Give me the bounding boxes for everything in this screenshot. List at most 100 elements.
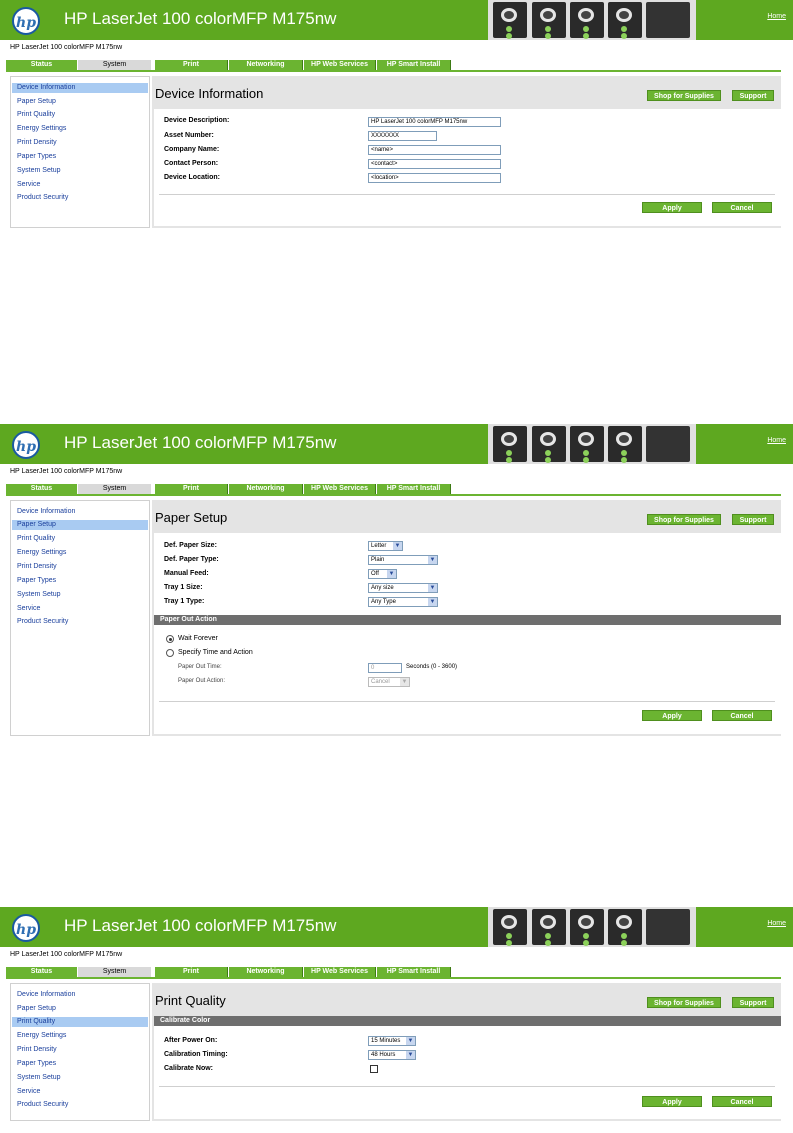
home-link[interactable]: Home: [767, 437, 786, 444]
home-link[interactable]: Home: [767, 13, 786, 20]
tab-print[interactable]: Print: [155, 484, 228, 494]
tray1-size-select[interactable]: Any size ▼: [368, 583, 438, 593]
sidebar-item-product-security[interactable]: Product Security: [17, 193, 68, 203]
device-name-label: HP LaserJet 100 colorMFP M175nw: [10, 951, 123, 958]
tab-hp-smart-install[interactable]: HP Smart Install: [377, 60, 451, 70]
field-label: Tray 1 Size:: [164, 584, 203, 591]
tab-networking[interactable]: Networking: [229, 967, 303, 977]
support-button[interactable]: Support: [732, 514, 774, 525]
sidebar-item-print-density[interactable]: Print Density: [17, 1045, 57, 1055]
sidebar-item-system-setup[interactable]: System Setup: [17, 1073, 61, 1083]
field-label: Manual Feed:: [164, 570, 209, 577]
tab-system[interactable]: System: [78, 60, 151, 70]
divider: [159, 194, 775, 195]
apply-button[interactable]: Apply: [642, 710, 702, 721]
sidebar-item-device-information[interactable]: Device Information: [17, 990, 75, 1000]
page-title: Paper Setup: [155, 510, 228, 525]
tab-status[interactable]: Status: [6, 484, 78, 494]
sidebar-item-service[interactable]: Service: [17, 1087, 40, 1097]
contact-person-input[interactable]: <contact>: [368, 159, 501, 169]
chevron-down-icon: ▼: [387, 570, 396, 578]
paper-type-select[interactable]: Plain ▼: [368, 555, 438, 565]
company-name-input[interactable]: <name>: [368, 145, 501, 155]
tab-hp-smart-install[interactable]: HP Smart Install: [377, 484, 451, 494]
apply-button[interactable]: Apply: [642, 1096, 702, 1107]
device-name-label: HP LaserJet 100 colorMFP M175nw: [10, 44, 123, 51]
device-information-panel: hp HP LaserJet 100 colorMFP M175nw Home …: [0, 0, 793, 245]
content-area: Print Quality Shop for Supplies Support …: [152, 983, 781, 1121]
cancel-button[interactable]: Cancel: [712, 1096, 772, 1107]
apply-button[interactable]: Apply: [642, 202, 702, 213]
tab-networking[interactable]: Networking: [229, 484, 303, 494]
paper-out-action-label: Paper Out Action:: [178, 678, 226, 684]
paper-out-time-input[interactable]: 0: [368, 663, 402, 673]
sidebar-item-print-density[interactable]: Print Density: [17, 562, 57, 572]
home-link[interactable]: Home: [767, 920, 786, 927]
manual-feed-select[interactable]: Off ▼: [368, 569, 397, 579]
sidebar-item-print-quality[interactable]: Print Quality: [12, 1017, 148, 1027]
after-power-on-select[interactable]: 15 Minutes ▼: [368, 1036, 416, 1046]
asset-number-input[interactable]: XXXXXXX: [368, 131, 437, 141]
specify-time-radio[interactable]: [166, 649, 174, 657]
sidebar-item-energy-settings[interactable]: Energy Settings: [17, 548, 66, 558]
sidebar-item-paper-setup[interactable]: Paper Setup: [12, 520, 148, 530]
sidebar-item-print-quality[interactable]: Print Quality: [17, 534, 55, 544]
tab-underline: [6, 70, 781, 72]
sidebar-item-energy-settings[interactable]: Energy Settings: [17, 124, 66, 134]
device-location-input[interactable]: <location>: [368, 173, 501, 183]
sidebar-item-paper-types[interactable]: Paper Types: [17, 152, 56, 162]
cancel-button[interactable]: Cancel: [712, 710, 772, 721]
tab-print[interactable]: Print: [155, 60, 228, 70]
chevron-down-icon: ▼: [428, 556, 437, 564]
chevron-down-icon: ▼: [428, 584, 437, 592]
tab-underline: [6, 977, 781, 979]
seconds-hint: Seconds (0 - 3600): [406, 664, 458, 670]
shop-for-supplies-button[interactable]: Shop for Supplies: [647, 90, 721, 101]
support-button[interactable]: Support: [732, 997, 774, 1008]
tab-system[interactable]: System: [78, 484, 151, 494]
field-label: Calibrate Now:: [164, 1065, 214, 1072]
sidebar-item-system-setup[interactable]: System Setup: [17, 166, 61, 176]
sidebar-item-device-information[interactable]: Device Information: [12, 83, 148, 93]
sidebar-item-paper-setup[interactable]: Paper Setup: [17, 1004, 56, 1014]
tray1-type-select[interactable]: Any Type ▼: [368, 597, 438, 607]
tab-hp-web-services[interactable]: HP Web Services: [304, 60, 376, 70]
field-label: Device Location:: [164, 174, 221, 181]
tab-hp-web-services[interactable]: HP Web Services: [304, 967, 376, 977]
device-description-input[interactable]: HP LaserJet 100 colorMFP M175nw: [368, 117, 501, 127]
calibration-timing-select[interactable]: 48 Hours ▼: [368, 1050, 416, 1060]
sidebar-item-print-density[interactable]: Print Density: [17, 138, 57, 148]
chevron-down-icon: ▼: [406, 1037, 415, 1045]
tab-networking[interactable]: Networking: [229, 60, 303, 70]
tab-status[interactable]: Status: [6, 967, 78, 977]
sidebar-item-energy-settings[interactable]: Energy Settings: [17, 1031, 66, 1041]
printer-title: HP LaserJet 100 colorMFP M175nw: [64, 9, 337, 28]
sidebar-item-service[interactable]: Service: [17, 604, 40, 614]
sidebar-item-paper-types[interactable]: Paper Types: [17, 1059, 56, 1069]
shop-for-supplies-button[interactable]: Shop for Supplies: [647, 997, 721, 1008]
sidebar-item-product-security[interactable]: Product Security: [17, 617, 68, 627]
paper-out-action-select[interactable]: Cancel ▼: [368, 677, 410, 687]
support-button[interactable]: Support: [732, 90, 774, 101]
wait-forever-radio[interactable]: [166, 635, 174, 643]
tab-underline: [6, 494, 781, 496]
calibrate-now-checkbox[interactable]: [370, 1065, 378, 1073]
sidebar-item-device-information[interactable]: Device Information: [17, 507, 75, 517]
shop-for-supplies-button[interactable]: Shop for Supplies: [647, 514, 721, 525]
sidebar-item-print-quality[interactable]: Print Quality: [17, 110, 55, 120]
tab-print[interactable]: Print: [155, 967, 228, 977]
sidebar-item-product-security[interactable]: Product Security: [17, 1100, 68, 1110]
paper-size-select[interactable]: Letter ▼: [368, 541, 403, 551]
tab-hp-web-services[interactable]: HP Web Services: [304, 484, 376, 494]
tab-system[interactable]: System: [78, 967, 151, 977]
sidebar-item-system-setup[interactable]: System Setup: [17, 590, 61, 600]
tab-hp-smart-install[interactable]: HP Smart Install: [377, 967, 451, 977]
toner-cartridge-image: [488, 0, 696, 40]
field-label: Def. Paper Size:: [164, 542, 217, 549]
tab-status[interactable]: Status: [6, 60, 78, 70]
sidebar-item-paper-setup[interactable]: Paper Setup: [17, 97, 56, 107]
chevron-down-icon: ▼: [428, 598, 437, 606]
cancel-button[interactable]: Cancel: [712, 202, 772, 213]
sidebar-item-service[interactable]: Service: [17, 180, 40, 190]
sidebar-item-paper-types[interactable]: Paper Types: [17, 576, 56, 586]
